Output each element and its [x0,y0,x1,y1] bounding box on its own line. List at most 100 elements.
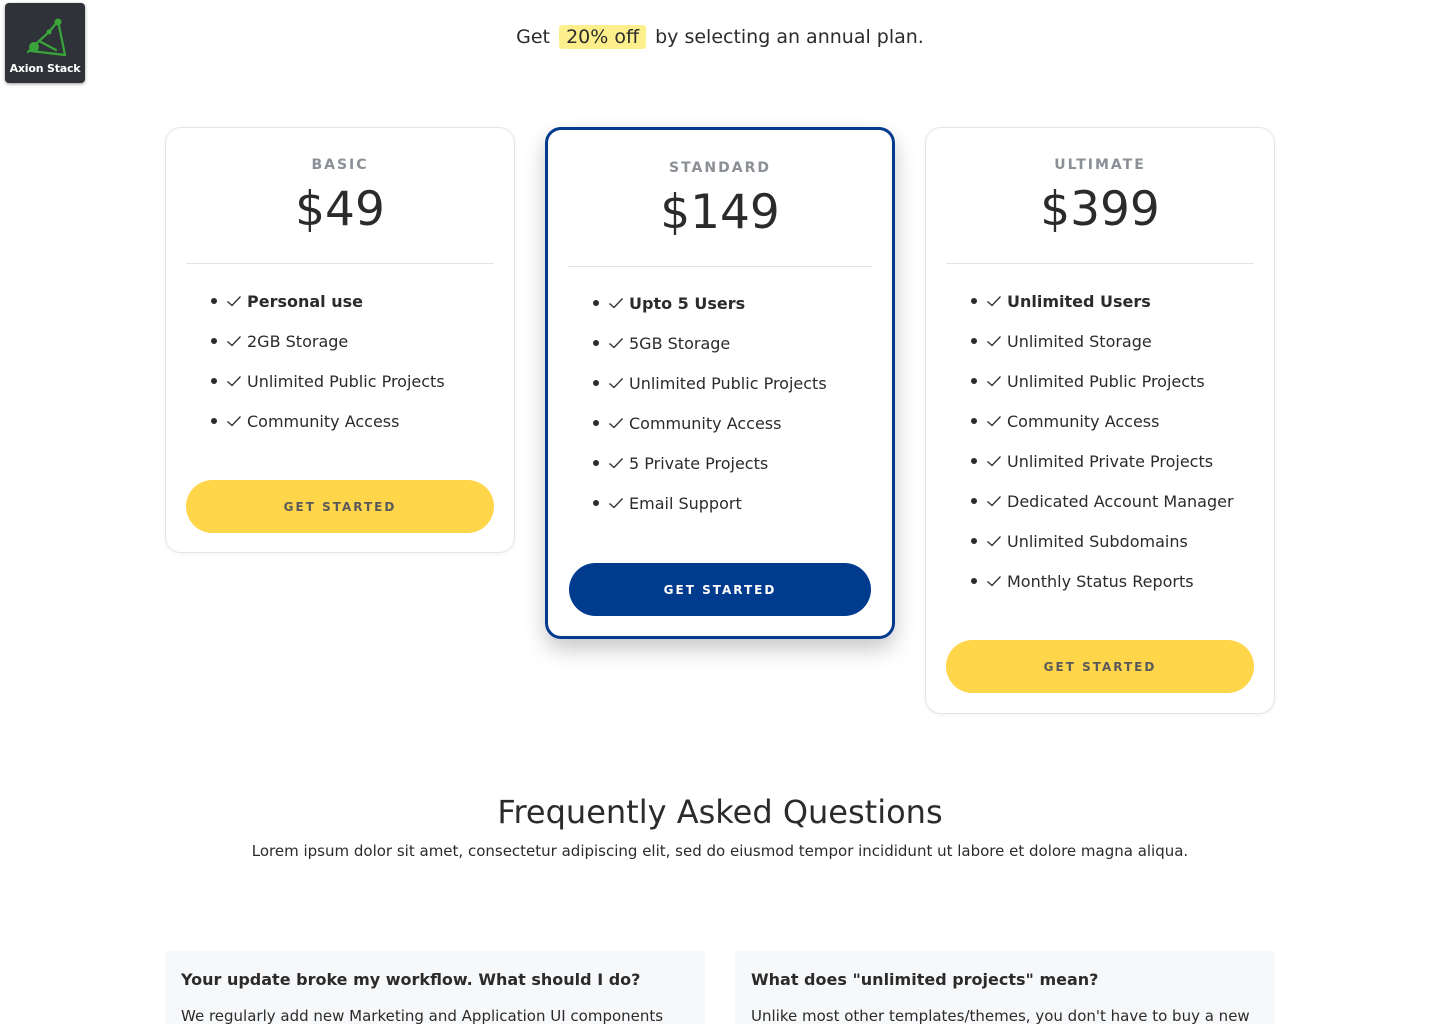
check-icon [987,376,1001,387]
feature-text: 5 Private Projects [629,453,769,473]
feature-item: Unlimited Public Projects [211,361,501,401]
annual-discount-banner: Get 20% off by selecting an annual plan. [0,25,1440,49]
check-icon [609,498,623,509]
feature-text: Personal use [247,291,363,311]
plan-card-standard: STANDARD $149 Upto 5 Users 5GB Storage Unl… [545,127,895,639]
faq-answer: Unlike most other templates/themes, you … [751,1007,1250,1024]
faq-subtitle: Lorem ipsum dolor sit amet, consectetur … [251,842,1189,860]
pricing-page: Axion Stack Get 20% off by selecting an … [0,0,1440,1024]
bullet-icon [593,460,599,466]
plan-tier: BASIC [311,157,369,173]
bullet-icon [593,420,599,426]
bullet-icon [971,418,977,424]
feature-item: Monthly Status Reports [971,561,1266,601]
get-started-button-ultimate[interactable]: GET STARTED [946,640,1254,693]
bullet-icon [211,378,217,384]
plan-price: $49 [295,182,385,237]
check-icon [609,458,623,469]
feature-text: Unlimited Public Projects [247,371,445,391]
bullet-icon [971,538,977,544]
plan-price: $399 [1040,182,1160,237]
plan-card-ultimate: ULTIMATE $399 Unlimited Users Unlimited S… [925,127,1275,714]
promo-prefix: Get [516,26,551,48]
feature-item: Unlimited Public Projects [971,361,1266,401]
check-icon [987,496,1001,507]
feature-text: Email Support [629,493,742,513]
check-icon [227,336,241,347]
discount-highlight: 20% off [559,25,647,49]
check-icon [609,378,623,389]
feature-text: Unlimited Public Projects [629,373,827,393]
bullet-icon [593,500,599,506]
feature-item: Dedicated Account Manager [971,481,1266,521]
feature-text: 2GB Storage [247,331,349,351]
bullet-icon [971,498,977,504]
feature-text: Unlimited Public Projects [1007,371,1205,391]
bullet-icon [593,380,599,386]
feature-text: Unlimited Subdomains [1007,531,1188,551]
plan-divider [186,263,494,264]
bullet-icon [971,578,977,584]
feature-item: Unlimited Subdomains [971,521,1266,561]
promo-suffix: by selecting an annual plan. [655,26,924,48]
feature-item: 2GB Storage [211,321,501,361]
feature-text: Upto 5 Users [629,293,746,313]
plan-price: $149 [660,185,780,240]
get-started-button-standard[interactable]: GET STARTED [569,563,871,616]
feature-text: Dedicated Account Manager [1007,491,1234,511]
feature-item: 5GB Storage [593,323,883,363]
feature-item: Community Access [593,403,883,443]
feature-item: Unlimited Public Projects [593,363,883,403]
check-icon [609,418,623,429]
plan-tier: ULTIMATE [1054,157,1146,173]
faq-title: Frequently Asked Questions [497,793,943,831]
bullet-icon [211,338,217,344]
check-icon [987,296,1001,307]
faq-item[interactable]: What does "unlimited projects" mean? Unl… [735,951,1275,1024]
feature-item: 5 Private Projects [593,443,883,483]
check-icon [227,416,241,427]
faq-item[interactable]: Your update broke my workflow. What shou… [165,951,705,1024]
feature-text: Monthly Status Reports [1007,571,1194,591]
check-icon [987,456,1001,467]
feature-text: Unlimited Users [1007,291,1151,311]
bullet-icon [593,300,599,306]
feature-item: Email Support [593,483,883,523]
bullet-icon [593,340,599,346]
check-icon [227,376,241,387]
plan-divider [946,263,1254,264]
bullet-icon [971,338,977,344]
feature-text: Community Access [247,411,400,431]
plan-tier: STANDARD [669,160,771,176]
feature-item: Community Access [971,401,1266,441]
feature-text: Unlimited Storage [1007,331,1152,351]
plan-feature-list: Personal use 2GB Storage Unlimited Public … [211,281,501,441]
feature-item: Unlimited Users [971,281,1266,321]
logo-text: Axion Stack [9,62,81,75]
feature-text: Community Access [1007,411,1160,431]
faq-question: What does "unlimited projects" mean? [751,970,1099,989]
feature-text: 5GB Storage [629,333,731,353]
check-icon [609,338,623,349]
feature-text: Community Access [629,413,782,433]
feature-item: Personal use [211,281,501,321]
feature-text: Unlimited Private Projects [1007,451,1214,471]
faq-answer: We regularly add new Marketing and Appli… [181,1007,664,1024]
check-icon [987,416,1001,427]
plan-card-basic: BASIC $49 Personal use 2GB Storage Unlimit… [165,127,515,553]
bullet-icon [211,298,217,304]
check-icon [609,298,623,309]
plan-feature-list: Upto 5 Users 5GB Storage Unlimited Public … [593,283,883,523]
get-started-button-basic[interactable]: GET STARTED [186,480,494,533]
plan-feature-list: Unlimited Users Unlimited Storage Unlimite… [971,281,1266,601]
bullet-icon [211,418,217,424]
feature-item: Community Access [211,401,501,441]
feature-item: Unlimited Private Projects [971,441,1266,481]
bullet-icon [971,458,977,464]
bullet-icon [971,298,977,304]
check-icon [987,336,1001,347]
bullet-icon [971,378,977,384]
check-icon [227,296,241,307]
feature-item: Upto 5 Users [593,283,883,323]
feature-item: Unlimited Storage [971,321,1266,361]
